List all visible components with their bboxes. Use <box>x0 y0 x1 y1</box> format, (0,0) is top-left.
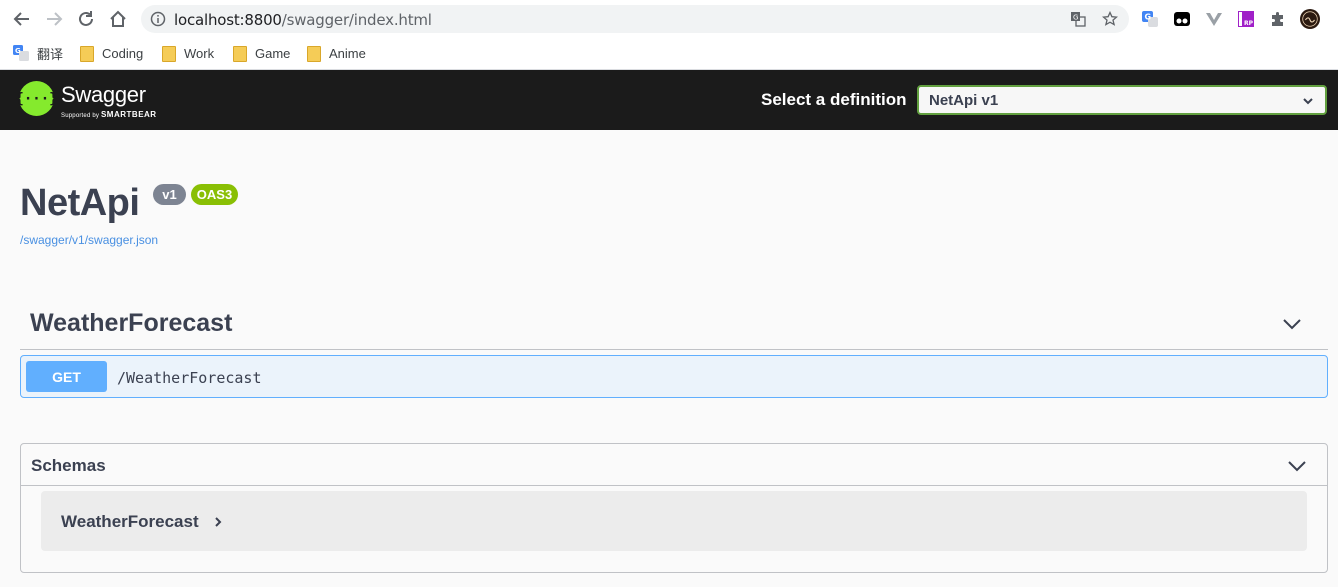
definition-label: Select a definition <box>761 90 907 109</box>
oas-badge: OAS3 <box>191 184 238 205</box>
bookmark-star-icon[interactable] <box>1102 11 1118 27</box>
schemas-section: Schemas WeatherForecast <box>20 443 1328 573</box>
http-method-badge: GET <box>26 361 107 392</box>
definition-select[interactable]: NetApi v1 <box>917 85 1327 115</box>
swagger-logo-text: Swagger <box>61 82 146 107</box>
puzzle-icon <box>1272 12 1283 26</box>
schema-model-weatherforecast[interactable]: WeatherForecast <box>41 491 1307 551</box>
svg-text:G: G <box>1073 14 1078 22</box>
vue-icon <box>1206 13 1222 26</box>
avatar <box>1300 9 1320 29</box>
definition-selected-value: NetApi v1 <box>929 92 999 109</box>
arrow-left-icon <box>13 12 29 26</box>
tampermonkey-extension[interactable] <box>1172 9 1192 29</box>
rp-extension[interactable]: RP <box>1236 9 1256 29</box>
google-translate-extension[interactable]: G <box>1140 9 1160 29</box>
bookmark-folder-work[interactable]: Work <box>162 43 214 63</box>
swagger-topbar: {···} Swagger Supported by SMARTBEAR Sel… <box>0 70 1338 130</box>
google-translate-icon: G <box>1142 11 1158 27</box>
chevron-down-icon[interactable] <box>1287 459 1307 473</box>
svg-text:G: G <box>15 47 21 55</box>
address-bar[interactable]: localhost:8800/swagger/index.html G <box>141 5 1129 33</box>
operation-path: /WeatherForecast <box>117 369 262 387</box>
rp-icon: RP <box>1238 11 1254 27</box>
api-title: NetApi <box>20 182 140 224</box>
bookmark-folder-anime[interactable]: Anime <box>307 43 366 63</box>
schema-model-name: WeatherForecast <box>61 512 199 531</box>
tag-name: WeatherForecast <box>30 309 233 337</box>
bookmark-folder-game[interactable]: Game <box>233 43 290 63</box>
folder-icon <box>80 46 94 62</box>
bookmarks-bar: G 翻译 Coding Work Game Anime <box>0 38 1338 68</box>
reload-button[interactable] <box>76 9 96 29</box>
profile-avatar-button[interactable] <box>1300 9 1320 29</box>
folder-icon <box>233 46 247 62</box>
spec-json-link[interactable]: /swagger/v1/swagger.json <box>20 233 158 247</box>
translate-page-icon[interactable]: G <box>1070 11 1086 27</box>
schemas-title: Schemas <box>31 456 106 475</box>
svg-text:G: G <box>1145 13 1152 22</box>
tag-section-header[interactable]: WeatherForecast <box>20 300 1328 350</box>
translate-icon: G <box>13 45 29 61</box>
reload-icon <box>79 11 93 26</box>
bookmark-label: 翻译 <box>37 46 64 62</box>
home-icon <box>110 10 126 27</box>
chevron-right-icon <box>215 517 222 527</box>
swagger-logo-subtitle: Supported by SMARTBEAR <box>61 110 157 119</box>
chevron-down-icon[interactable] <box>1282 317 1302 331</box>
version-badge: v1 <box>153 184 186 205</box>
operation-get-weatherforecast[interactable]: GET /WeatherForecast <box>20 355 1328 398</box>
tampermonkey-icon <box>1174 12 1190 26</box>
svg-text:RP: RP <box>1244 20 1254 27</box>
bookmark-label: Coding <box>102 45 144 61</box>
browser-toolbar: localhost:8800/swagger/index.html G G RP <box>0 0 1338 38</box>
bookmark-translate[interactable]: G 翻译 <box>13 43 63 63</box>
bookmark-folder-coding[interactable]: Coding <box>80 43 143 63</box>
extensions-button[interactable] <box>1268 9 1288 29</box>
back-button[interactable] <box>12 9 32 29</box>
folder-icon <box>162 46 176 62</box>
info-icon[interactable] <box>150 11 166 27</box>
arrow-right-icon <box>47 12 63 26</box>
swagger-logo-icon: {···} <box>15 81 58 116</box>
chevron-down-icon <box>1303 98 1313 105</box>
schemas-header[interactable]: Schemas <box>21 444 1327 486</box>
swagger-logo[interactable]: {···} Swagger Supported by SMARTBEAR <box>15 81 169 121</box>
bookmark-label: Work <box>184 45 215 61</box>
home-button[interactable] <box>108 9 128 29</box>
bookmark-label: Anime <box>329 45 366 61</box>
folder-icon <box>307 46 321 62</box>
url-text[interactable]: localhost:8800/swagger/index.html <box>174 11 432 29</box>
browser-chrome: localhost:8800/swagger/index.html G G RP… <box>0 0 1338 70</box>
vue-devtools-extension[interactable] <box>1204 9 1224 29</box>
bookmark-label: Game <box>255 45 291 61</box>
forward-button[interactable] <box>44 9 64 29</box>
